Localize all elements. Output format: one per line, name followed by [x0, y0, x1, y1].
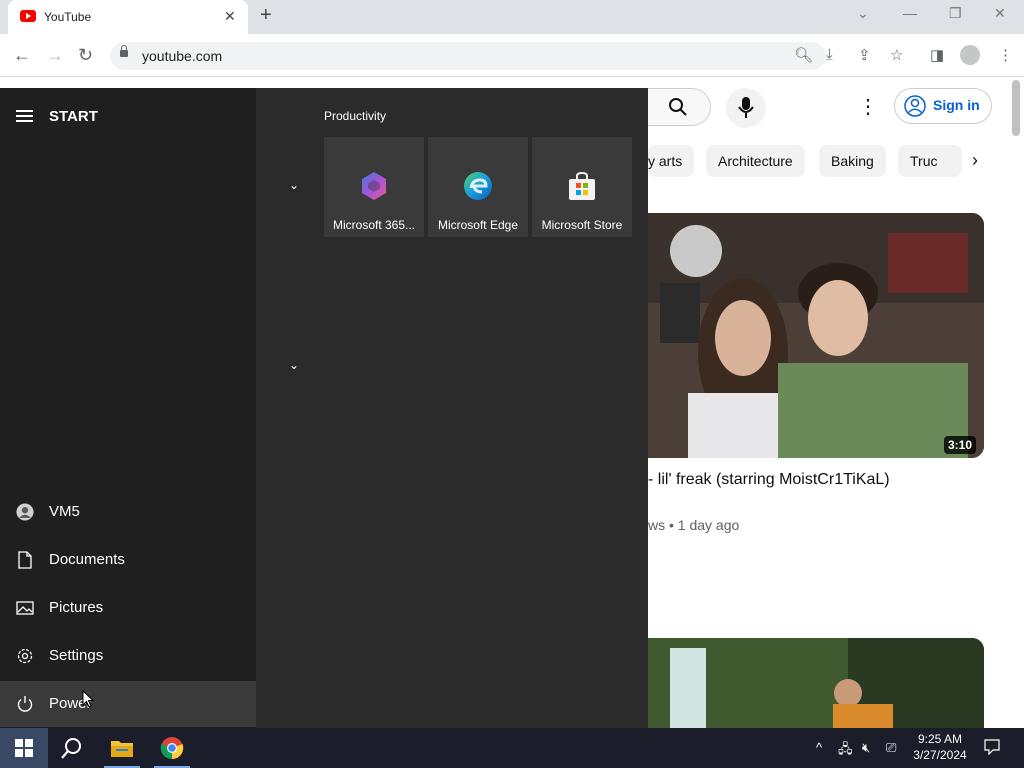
search-icon [61, 738, 81, 759]
account-icon [904, 95, 926, 117]
bookmark-star-icon[interactable]: ☆ [890, 46, 903, 64]
search-icon [669, 98, 687, 116]
tab-youtube[interactable]: YouTube ✕ [8, 0, 248, 34]
gear-icon [17, 648, 33, 664]
youtube-settings-icon[interactable]: ⋮ [858, 94, 878, 119]
lock-icon [120, 45, 128, 57]
hamburger-menu-icon[interactable] [16, 110, 33, 122]
start-menu-title: START [49, 108, 98, 125]
microsoft-365-icon [362, 172, 386, 200]
clock-time: 9:25 AM [917, 732, 963, 746]
profile-avatar[interactable] [960, 45, 980, 65]
taskbar-clock[interactable]: 9:25 AM 3/27/2024 [906, 731, 974, 763]
document-icon [18, 551, 32, 569]
notifications-icon[interactable] [984, 739, 1000, 758]
youtube-favicon-icon [20, 10, 36, 22]
nav-label: Pictures [49, 599, 104, 616]
tile-microsoft-365[interactable]: Microsoft 365... [324, 137, 424, 237]
sign-in-label: Sign in [933, 97, 980, 113]
voice-search-button[interactable] [726, 88, 766, 128]
chrome-icon [160, 737, 184, 760]
start-button[interactable] [0, 728, 48, 768]
collapse-chevron-2-icon[interactable]: ⌄ [289, 358, 299, 372]
share-icon[interactable]: ⇪ [858, 46, 871, 64]
nav-label: Documents [49, 551, 125, 568]
network-icon[interactable]: 🖧︎ [838, 740, 853, 762]
install-app-icon[interactable]: ⤓ [826, 46, 833, 63]
chip-architecture[interactable]: Architecture [706, 145, 805, 177]
tab-close-icon[interactable]: ✕ [224, 8, 236, 25]
tile-label: Microsoft 365... [332, 218, 416, 232]
chips-next-arrow-icon[interactable]: › [972, 150, 978, 171]
tab-search-icon[interactable]: ⌄ [857, 5, 869, 22]
tile-group-label: Productivity [324, 109, 387, 123]
microphone-icon [738, 97, 754, 118]
video-thumbnail-2[interactable] [648, 638, 984, 728]
windows-logo-icon [15, 739, 33, 757]
display-icon[interactable]: ⎚ [886, 740, 896, 756]
notification-bubble-icon [984, 739, 1000, 756]
nav-power[interactable]: Power [0, 681, 256, 727]
clock-date: 3/27/2024 [913, 748, 967, 762]
nav-label: Settings [49, 647, 104, 664]
search-icon[interactable]: 🔍︎ [794, 46, 813, 64]
edge-icon [464, 172, 492, 200]
chip-trucks[interactable]: Truc [898, 145, 962, 177]
thumbnail-image [648, 213, 984, 458]
show-hidden-icons-chevron-icon[interactable]: ^ [816, 740, 822, 755]
new-tab-button[interactable]: + [260, 4, 272, 27]
tile-label: Microsoft Edge [437, 218, 519, 232]
reload-icon[interactable]: ↻ [78, 45, 93, 66]
taskbar-search-button[interactable] [48, 728, 96, 768]
taskbar-chrome[interactable] [148, 728, 196, 768]
folder-icon [111, 741, 133, 757]
tile-microsoft-store[interactable]: Microsoft Store [532, 137, 632, 237]
nav-settings[interactable]: Settings [0, 633, 256, 679]
minimize-button[interactable]: — [903, 5, 917, 21]
nav-label: VM5 [49, 503, 80, 520]
side-panel-icon[interactable]: ◨ [930, 46, 944, 64]
mouse-cursor-icon [82, 690, 94, 708]
volume-muted-icon[interactable]: 🔇︎ [862, 740, 870, 756]
collapse-chevron-icon[interactable]: ⌄ [289, 178, 299, 192]
sign-in-button[interactable]: Sign in [894, 88, 992, 124]
video-thumbnail[interactable] [648, 213, 984, 458]
chrome-menu-icon[interactable]: ⋮ [998, 46, 1013, 64]
nav-documents[interactable]: Documents [0, 537, 256, 583]
pictures-icon [16, 601, 34, 615]
back-arrow-icon[interactable]: ← [13, 45, 31, 66]
thumbnail-image-2 [648, 638, 984, 728]
taskbar-file-explorer[interactable] [98, 728, 146, 768]
user-icon [16, 503, 34, 521]
video-title[interactable]: - lil' freak (starring MoistCr1TiKaL) [648, 471, 890, 489]
youtube-search-button[interactable] [648, 88, 711, 126]
start-menu-sidebar [0, 88, 256, 728]
address-bar[interactable]: youtube.com [110, 42, 826, 70]
page-scrollbar[interactable] [1012, 80, 1020, 136]
forward-arrow-icon[interactable]: → [46, 45, 64, 66]
nav-pictures[interactable]: Pictures [0, 585, 256, 631]
tile-microsoft-edge[interactable]: Microsoft Edge [428, 137, 528, 237]
power-icon [17, 696, 33, 712]
chip-baking[interactable]: Baking [819, 145, 886, 177]
url-text: youtube.com [142, 48, 223, 64]
nav-user-vm5[interactable]: VM5 [0, 489, 256, 535]
tile-label: Microsoft Store [541, 218, 623, 232]
video-duration-badge: 3:10 [944, 436, 977, 454]
close-window-button[interactable]: ✕ [994, 5, 1006, 22]
chip-arts[interactable]: y arts [648, 145, 695, 177]
video-meta: ws • 1 day ago [648, 517, 740, 533]
restore-button[interactable]: ❐ [949, 5, 962, 22]
tab-title: YouTube [44, 10, 92, 24]
store-icon [569, 171, 595, 200]
